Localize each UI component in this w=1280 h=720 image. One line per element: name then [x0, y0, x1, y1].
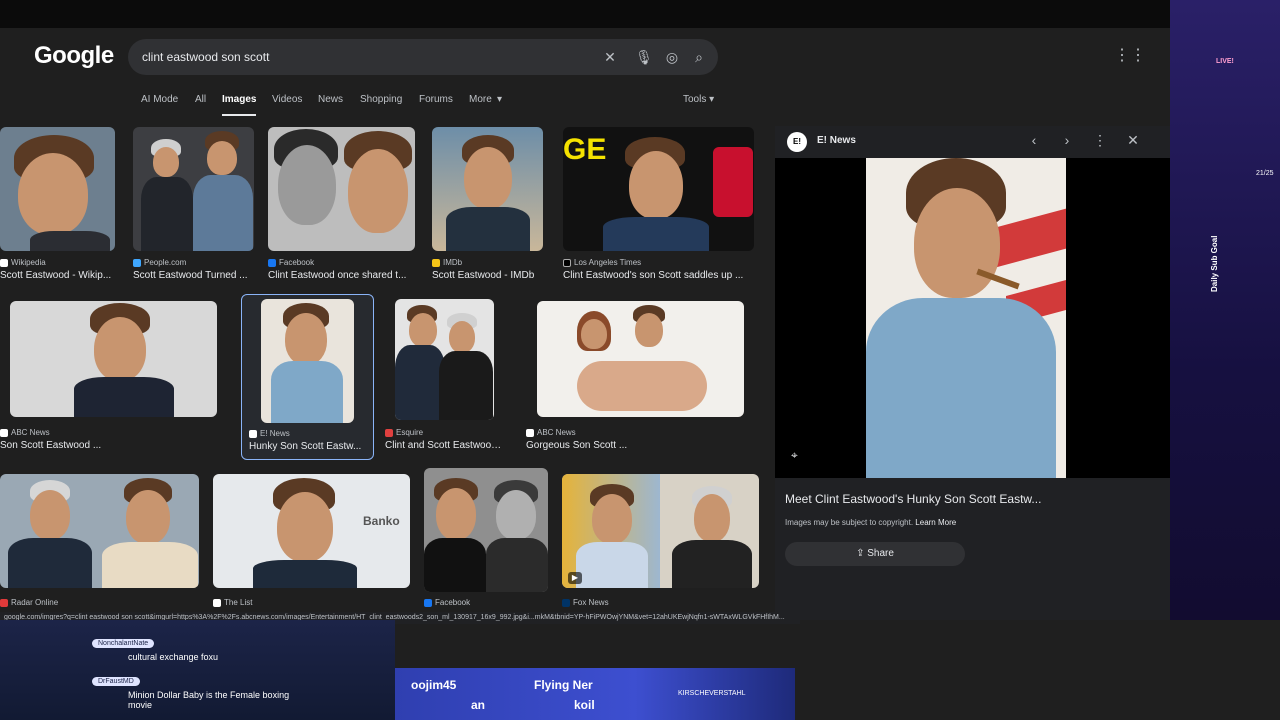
- share-label: Share: [867, 548, 894, 559]
- previous-icon[interactable]: ‹: [1025, 132, 1043, 148]
- top-strip: [0, 0, 1280, 28]
- result-thumbnail: ▶: [562, 474, 759, 588]
- next-icon[interactable]: ›: [1058, 132, 1076, 148]
- result-source: People.com: [144, 258, 187, 267]
- result-title[interactable]: Clint and Scott Eastwood ...: [385, 440, 505, 451]
- ticker-name: oojim45: [411, 678, 457, 692]
- result-source: Los Angeles Times: [574, 258, 642, 267]
- result-thumbnail: [432, 127, 543, 251]
- more-options-icon[interactable]: ⋮: [1091, 132, 1109, 149]
- result-source: Facebook: [279, 258, 315, 267]
- source-logo[interactable]: E!: [787, 132, 807, 152]
- search-input[interactable]: clint eastwood son scott: [142, 50, 269, 64]
- result-source: ABC News: [11, 428, 50, 437]
- result-source: Esquire: [396, 428, 424, 437]
- google-logo[interactable]: Google: [34, 42, 114, 70]
- google-images-page: Google clint eastwood son scott ✕ 🎙 ◎ ⌕ …: [0, 28, 1170, 620]
- chevron-down-icon: ▾: [497, 94, 503, 105]
- tab-all[interactable]: All: [195, 94, 206, 105]
- result-thumbnail: GE: [563, 127, 754, 251]
- result-source: Facebook: [435, 598, 471, 607]
- tab-news[interactable]: News: [318, 94, 343, 105]
- tab-shopping[interactable]: Shopping: [360, 94, 402, 105]
- chat-message: DrFaustMD Minion Dollar Baby is the Fema…: [92, 670, 298, 710]
- tools-label: Tools: [683, 94, 707, 105]
- result-source: E! News: [260, 429, 290, 438]
- clear-icon[interactable]: ✕: [599, 46, 621, 68]
- lens-icon[interactable]: ◎: [661, 46, 683, 68]
- result-source: ABC News: [537, 428, 576, 437]
- share-button[interactable]: ⇪ Share: [785, 542, 965, 566]
- stream-side-overlay: [1170, 0, 1280, 620]
- stream-ticker: oojim45 Flying Ner an koil KIRSCHEVERSTA…: [395, 668, 795, 720]
- chat-message: NonchalantNate cultural exchange foxu: [92, 632, 298, 662]
- result-title[interactable]: Gorgeous Son Scott ...: [526, 440, 733, 451]
- sub-goal-count: 21/25: [1256, 170, 1274, 177]
- share-icon: ⇪: [856, 548, 865, 559]
- result-source: The List: [224, 598, 253, 607]
- result-title[interactable]: Scott Eastwood - Wikip...: [0, 270, 115, 281]
- live-badge: LIVE!: [1216, 58, 1234, 65]
- result-thumbnail: [537, 301, 744, 417]
- tools-button[interactable]: Tools ▾: [683, 94, 714, 105]
- copyright-note: Images may be subject to copyright. Lear…: [785, 518, 956, 527]
- video-play-icon: ▶: [568, 572, 582, 584]
- result-thumbnail: [268, 127, 415, 251]
- image-preview-panel: E! E! News ‹ › ⋮ ✕ ⌖ Meet Clint Eastwood…: [775, 126, 1170, 620]
- chat-text: Minion Dollar Baby is the Female boxing …: [128, 690, 290, 710]
- result-title[interactable]: Hunky Son Scott Eastw...: [249, 441, 367, 452]
- result-title[interactable]: Son Scott Eastwood ...: [0, 440, 210, 451]
- sub-goal-label: Daily Sub Goal: [1210, 235, 1219, 292]
- chat-username: DrFaustMD: [92, 677, 140, 686]
- result-thumbnail: [261, 299, 354, 423]
- tab-videos[interactable]: Videos: [272, 94, 302, 105]
- tab-forums[interactable]: Forums: [419, 94, 453, 105]
- stream-chat: NonchalantNate cultural exchange foxu Dr…: [0, 620, 395, 720]
- result-thumbnail: [10, 301, 217, 417]
- copyright-text: Images may be subject to copyright.: [785, 518, 914, 527]
- ticker-name: an: [471, 698, 486, 712]
- ticker-name: KIRSCHEVERSTAHL: [678, 690, 746, 697]
- close-icon[interactable]: ✕: [1124, 132, 1142, 149]
- microphone-icon[interactable]: 🎙: [633, 46, 655, 68]
- result-source: Fox News: [573, 598, 609, 607]
- result-title[interactable]: Clint Eastwood's son Scott saddles up ..…: [563, 270, 754, 281]
- ticker-name: koil: [574, 698, 595, 712]
- preview-source[interactable]: E! News: [817, 135, 856, 146]
- lens-search-icon[interactable]: ⌖: [791, 448, 798, 463]
- result-source: Wikipedia: [11, 258, 46, 267]
- search-icon[interactable]: ⌕: [688, 46, 710, 68]
- result-source: IMDb: [443, 258, 463, 267]
- preview-image[interactable]: ⌖: [775, 158, 1170, 478]
- search-bar[interactable]: clint eastwood son scott ✕ 🎙 ◎ ⌕: [128, 39, 718, 75]
- result-thumbnail: [424, 468, 548, 592]
- tab-images[interactable]: Images: [222, 94, 257, 116]
- chat-text: cultural exchange foxu: [128, 652, 219, 662]
- selected-result[interactable]: E! News Hunky Son Scott Eastw...: [241, 294, 374, 460]
- ticker-name: Flying Ner: [534, 678, 593, 692]
- learn-more-link[interactable]: Learn More: [915, 518, 956, 527]
- tab-ai-mode[interactable]: AI Mode: [141, 94, 178, 105]
- apps-grid-icon[interactable]: ⋮⋮: [1114, 46, 1146, 66]
- result-title[interactable]: Clint Eastwood once shared t...: [268, 270, 415, 281]
- result-thumbnail: [133, 127, 254, 251]
- result-source: Radar Online: [11, 598, 59, 607]
- preview-title[interactable]: Meet Clint Eastwood's Hunky Son Scott Ea…: [785, 492, 1041, 506]
- chat-username: NonchalantNate: [92, 639, 155, 648]
- result-title[interactable]: Scott Eastwood - IMDb: [432, 270, 543, 281]
- result-thumbnail: [0, 474, 199, 588]
- tab-more[interactable]: More: [469, 94, 492, 105]
- result-thumbnail: [0, 127, 115, 251]
- result-title[interactable]: Scott Eastwood Turned ...: [133, 270, 254, 281]
- result-thumbnail: Banko: [213, 474, 410, 588]
- result-thumbnail: [395, 299, 494, 420]
